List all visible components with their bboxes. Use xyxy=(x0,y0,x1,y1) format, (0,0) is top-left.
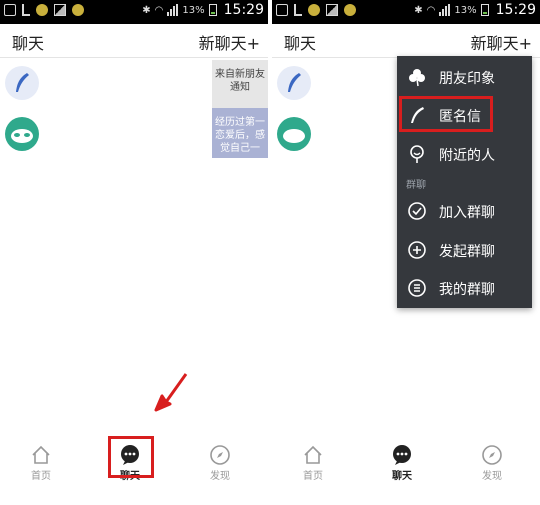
menu-item-label: 附近的人 xyxy=(439,148,495,164)
back-icon xyxy=(4,4,16,16)
nav-home-label: 首页 xyxy=(303,471,323,482)
nav-discover-label: 发现 xyxy=(482,471,502,482)
nav-chat[interactable]: 聊天 xyxy=(372,440,432,485)
wifi-icon: ◠ xyxy=(426,4,436,16)
promo-card[interactable]: 经历过第一恋爱后，感觉自己一 xyxy=(212,108,268,158)
page-title: 聊天 xyxy=(284,34,317,53)
notification-icon xyxy=(344,4,356,16)
new-chat-button[interactable]: 新聊天+ xyxy=(199,30,260,54)
clock: 15:29 xyxy=(495,2,536,18)
menu-item-start-group[interactable]: 发起群聊 xyxy=(397,233,532,267)
nav-discover[interactable]: 发现 xyxy=(462,440,522,485)
menu-item-label: 朋友印象 xyxy=(439,71,495,87)
nav-home[interactable]: 首页 xyxy=(283,440,343,485)
notification-icon xyxy=(36,4,48,16)
notification-icon xyxy=(72,4,84,16)
app-header: 聊天 新聊天+ xyxy=(0,24,268,58)
notification-icon xyxy=(308,4,320,16)
battery-icon xyxy=(480,4,489,16)
bluetooth-icon: ✱ xyxy=(414,4,423,16)
feather-icon xyxy=(288,73,301,92)
signal-icon xyxy=(439,4,451,16)
avatar[interactable] xyxy=(5,66,39,100)
nav-home[interactable]: 首页 xyxy=(11,440,71,485)
promo-card[interactable]: 来自新朋友通知 xyxy=(212,60,268,108)
wifi-icon: ◠ xyxy=(154,4,164,16)
avatar[interactable] xyxy=(277,117,311,151)
menu-item-friend-impression[interactable]: 朋友印象 xyxy=(397,60,532,94)
usb-icon xyxy=(294,4,302,16)
right-screenshot: ✱ ◠ 13% 15:29 聊天 新聊天+ 朋友印象 匿名信 附近的人 群聊 加… xyxy=(272,0,540,505)
avatar[interactable] xyxy=(277,66,311,100)
battery-percent: 13% xyxy=(182,4,205,16)
image-icon xyxy=(54,4,66,16)
mask-icon xyxy=(11,129,33,143)
new-chat-button[interactable]: 新聊天+ xyxy=(471,30,532,54)
usb-icon xyxy=(22,4,30,16)
nav-discover-label: 发现 xyxy=(210,471,230,482)
app-header: 聊天 新聊天+ xyxy=(272,24,540,58)
feather-icon xyxy=(16,73,29,92)
home-icon xyxy=(304,445,322,464)
nav-home-label: 首页 xyxy=(31,471,51,482)
chat-bubble-icon xyxy=(393,445,411,465)
menu-item-label: 加入群聊 xyxy=(439,205,495,221)
nav-discover[interactable]: 发现 xyxy=(190,440,250,485)
status-bar: ✱ ◠ 13% 15:29 xyxy=(272,0,540,24)
compass-icon xyxy=(482,445,502,465)
avatar[interactable] xyxy=(5,117,39,151)
dropdown-menu: 朋友印象 匿名信 附近的人 群聊 加入群聊 发起群聊 我的群聊 xyxy=(397,56,532,308)
highlight-box xyxy=(399,96,493,132)
image-icon xyxy=(326,4,338,16)
list-circle-icon xyxy=(408,279,426,297)
menu-item-join-group[interactable]: 加入群聊 xyxy=(397,194,532,228)
status-bar: ✱ ◠ 13% 15:29 xyxy=(0,0,268,24)
back-icon xyxy=(276,4,288,16)
signal-icon xyxy=(167,4,179,16)
plus-circle-icon xyxy=(408,241,426,259)
home-icon xyxy=(32,445,50,464)
clock: 15:29 xyxy=(223,2,264,18)
menu-item-nearby-people[interactable]: 附近的人 xyxy=(397,137,532,171)
left-screenshot: ✱ ◠ 13% 15:29 聊天 新聊天+ 来自新朋友通知 经历过第一恋爱后，感… xyxy=(0,0,268,505)
compass-icon xyxy=(210,445,230,465)
check-circle-icon xyxy=(408,202,426,220)
battery-percent: 13% xyxy=(454,4,477,16)
battery-icon xyxy=(208,4,217,16)
menu-item-my-groups[interactable]: 我的群聊 xyxy=(397,271,532,305)
bluetooth-icon: ✱ xyxy=(142,4,151,16)
arrow-annotation xyxy=(154,373,188,412)
highlight-box xyxy=(108,436,154,478)
bottom-nav: 首页 聊天 发现 xyxy=(272,440,540,485)
menu-section-heading: 群聊 xyxy=(406,180,426,191)
location-pin-icon xyxy=(410,145,424,163)
menu-item-label: 我的群聊 xyxy=(439,282,495,298)
clover-icon xyxy=(409,69,425,87)
mask-icon xyxy=(283,129,305,143)
page-title: 聊天 xyxy=(12,34,45,53)
menu-item-label: 发起群聊 xyxy=(439,244,495,260)
nav-chat-label: 聊天 xyxy=(392,471,412,482)
